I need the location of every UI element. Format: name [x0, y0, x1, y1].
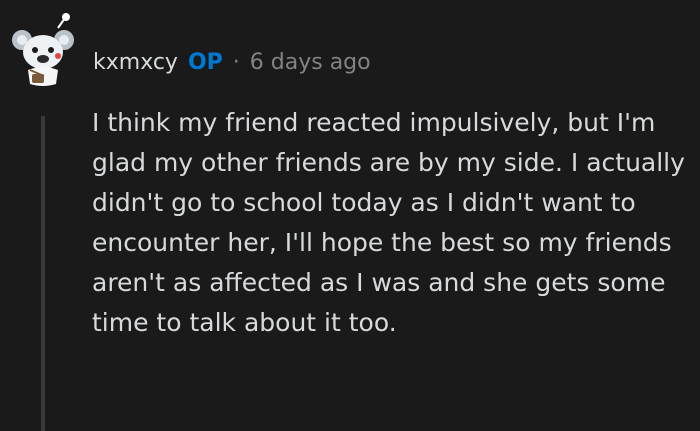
comment-body: I think my friend reacted impulsively, b…: [92, 108, 685, 337]
comment-age[interactable]: 6 days ago: [250, 50, 371, 75]
comment-header: kxmxcy OP · 6 days ago: [93, 46, 371, 78]
meta-separator: ·: [232, 49, 240, 75]
snoo-avatar-icon: [10, 13, 76, 86]
user-avatar[interactable]: [8, 10, 78, 90]
op-badge: OP: [187, 49, 223, 75]
thread-line[interactable]: [41, 116, 45, 431]
author-username[interactable]: kxmxcy: [93, 50, 178, 75]
